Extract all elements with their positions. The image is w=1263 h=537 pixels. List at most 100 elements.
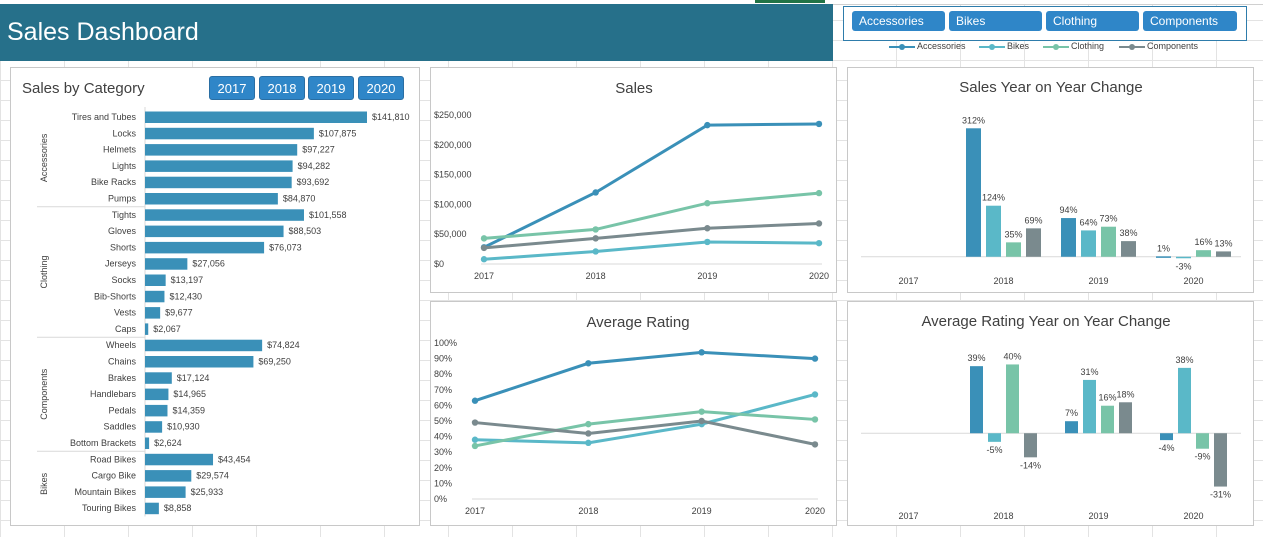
category-slicer: Accessories Bikes Clothing Components [843, 6, 1247, 41]
data-point-clothing [815, 189, 823, 197]
series-line-accessories [483, 122, 820, 249]
data-point-components [698, 417, 705, 425]
page-title: Sales Dashboard [7, 18, 199, 46]
category-label: Wheels [106, 340, 137, 350]
group-label-components: Components [39, 368, 49, 420]
year-button-2017[interactable]: 2017 [209, 76, 255, 100]
sales-panel: Sales $0 $50,000 $100,000 $150,000 $200,000 $… [430, 67, 837, 293]
x-tick-label: 2020 [809, 271, 829, 281]
category-value-label: $84,870 [283, 194, 316, 204]
data-point-clothing [471, 442, 479, 450]
category-label: Road Bikes [90, 454, 137, 464]
year-button-2018[interactable]: 2018 [259, 76, 305, 100]
y-tick-label: 70% [434, 385, 452, 395]
x-tick-label: 2017 [898, 276, 918, 286]
category-label: Brakes [108, 373, 137, 383]
bar-accessories-2019 [1061, 218, 1076, 257]
category-bar-gloves [145, 225, 284, 238]
category-bar-cargo-bike [145, 470, 192, 482]
group-label-bikes: Bikes [39, 472, 49, 495]
sales-title: Sales [615, 80, 653, 97]
category-bar-bike-racks [145, 176, 292, 189]
legend-marker [1053, 44, 1059, 50]
bar-value-label: 13% [1214, 238, 1232, 248]
y-tick-label: $250,000 [434, 110, 472, 120]
rating-yoy-panel: Average Rating Year on Year Change 2017 2… [847, 301, 1254, 526]
category-value-label: $43,454 [218, 454, 251, 464]
category-value-label: $25,933 [191, 487, 224, 497]
category-label: Pumps [108, 194, 137, 204]
bar-value-label: 73% [1099, 214, 1117, 224]
legend-label: Clothing [1071, 41, 1105, 51]
legend-label: Bikes [1007, 41, 1030, 51]
data-point-bikes [585, 439, 592, 447]
bar-value-label: 1% [1157, 243, 1170, 253]
category-bar-road-bikes [145, 453, 214, 466]
y-tick-label: $50,000 [434, 229, 467, 239]
bar-value-label: -14% [1020, 460, 1041, 470]
x-tick-label: 2020 [1183, 276, 1203, 286]
category-label: Saddles [103, 422, 136, 432]
rating-yoy-title: Average Rating Year on Year Change [921, 313, 1170, 330]
category-label: Gloves [108, 226, 137, 236]
sales-by-category-title: Sales by Category [22, 80, 145, 97]
category-value-label: $76,073 [269, 242, 302, 252]
data-point-clothing [698, 408, 705, 415]
bar-value-label: -4% [1158, 443, 1174, 453]
category-value-label: $93,692 [297, 177, 330, 187]
category-label: Locks [112, 128, 136, 138]
bar-components-2018 [1026, 228, 1041, 257]
category-bar-handlebars [145, 388, 169, 401]
bar-clothing-2018 [1006, 242, 1021, 257]
category-label: Lights [112, 161, 137, 171]
data-point-bikes [480, 256, 488, 263]
category-label: Pedals [108, 405, 136, 415]
bar-accessories-2018 [966, 128, 981, 257]
year-button-2020[interactable]: 2020 [358, 76, 404, 100]
bar-value-label: 35% [1004, 229, 1022, 239]
slicer-button-clothing[interactable]: Clothing [1046, 11, 1139, 31]
slicer-button-accessories[interactable]: Accessories [852, 11, 945, 31]
category-bar-shorts [145, 241, 265, 254]
series-line-clothing [483, 191, 820, 240]
y-tick-label: $0 [434, 259, 444, 269]
category-bar-brakes [145, 372, 172, 384]
x-tick-label: 2018 [993, 511, 1013, 521]
legend-marker [899, 44, 905, 50]
data-point-accessories [815, 120, 823, 128]
category-bar-tights [145, 209, 304, 221]
category-bar-locks [145, 127, 314, 140]
category-bar-pedals [145, 404, 168, 417]
category-value-label: $94,282 [298, 161, 331, 171]
category-value-label: $2,067 [153, 324, 181, 334]
data-point-bikes [704, 238, 711, 246]
slicer-button-components[interactable]: Components [1143, 11, 1237, 31]
x-tick-label: 2019 [1088, 511, 1108, 521]
y-tick-label: $100,000 [434, 199, 472, 209]
category-bar-jerseys [145, 258, 188, 270]
data-point-accessories [471, 397, 479, 404]
category-value-label: $97,227 [302, 145, 335, 155]
data-point-components [704, 225, 711, 232]
category-label: Helmets [103, 145, 137, 155]
category-bar-saddles [145, 421, 163, 433]
bar-components-2019 [1121, 241, 1136, 257]
category-value-label: $74,824 [267, 340, 300, 350]
x-tick-label: 2017 [465, 506, 485, 516]
x-tick-label: 2020 [1183, 511, 1203, 521]
y-tick-label: 0% [434, 494, 447, 504]
year-button-2019[interactable]: 2019 [308, 76, 354, 100]
category-value-label: $9,677 [165, 308, 193, 318]
slicer-button-bikes[interactable]: Bikes [949, 11, 1042, 31]
x-tick-label: 2019 [692, 506, 712, 516]
bar-value-label: 312% [962, 115, 985, 125]
category-label: Shorts [110, 242, 137, 252]
x-tick-label: 2018 [586, 271, 606, 281]
data-point-clothing [585, 420, 592, 428]
bar-value-label: 94% [1059, 205, 1077, 215]
y-tick-label: 100% [434, 338, 457, 348]
bar-bikes-2019 [1081, 230, 1096, 257]
category-bar-caps [145, 323, 149, 335]
bar-bikes-2018 [986, 205, 1001, 257]
data-point-components [480, 244, 488, 252]
